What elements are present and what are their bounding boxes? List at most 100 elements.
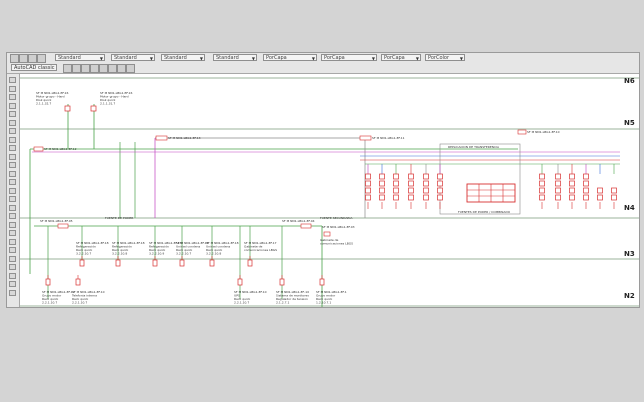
panel-breaker[interactable] [365,187,371,194]
dim-style-dropdown[interactable]: Standard ▼ [111,54,155,61]
draw-tool-icon[interactable] [9,111,16,117]
panel-breaker[interactable] [611,194,617,201]
panel-breaker[interactable] [393,187,399,194]
panel-breaker[interactable] [555,194,561,201]
color-dropdown[interactable]: PorCapa ▼ [263,54,317,61]
layer-color-icon[interactable] [99,64,108,73]
draw-tool-icon[interactable] [9,213,16,219]
breaker-box[interactable] [300,223,312,229]
draw-tool-icon[interactable] [9,102,16,109]
device-symbol[interactable] [247,259,253,267]
panel-breaker[interactable] [583,173,589,180]
breaker-box[interactable] [90,105,97,112]
panel-breaker[interactable] [379,173,385,180]
draw-tool-icon[interactable] [9,94,16,100]
panel-breaker[interactable] [583,187,589,194]
breaker-box[interactable] [33,146,44,152]
panel-breaker[interactable] [569,173,575,180]
workspace-dropdown[interactable]: AutoCAD classic [11,64,57,71]
layer-previous-icon[interactable] [108,64,117,73]
save-file-icon[interactable] [28,54,37,63]
panel-breaker[interactable] [569,187,575,194]
panel-breaker[interactable] [437,173,443,180]
panel-breaker[interactable] [569,194,575,201]
panel-breaker[interactable] [365,194,371,201]
device-symbol[interactable] [279,278,285,286]
device-symbol[interactable] [237,278,243,286]
layer-isolate-icon[interactable] [126,64,135,73]
layer-match-icon[interactable] [117,64,126,73]
panel-breaker[interactable] [365,180,371,187]
layer-freeze-icon[interactable] [81,64,90,73]
draw-tool-icon[interactable] [9,281,16,287]
breaker-box[interactable] [64,105,71,112]
panel-breaker[interactable] [393,180,399,187]
panel-breaker[interactable] [423,173,429,180]
layer-lock-icon[interactable] [90,64,99,73]
draw-tool-icon[interactable] [9,119,16,126]
device-symbol[interactable] [75,278,81,286]
draw-tool-icon[interactable] [9,187,16,194]
breaker-box[interactable] [155,135,168,141]
panel-breaker[interactable] [539,180,545,187]
draw-tool-icon[interactable] [9,196,16,202]
draw-tool-icon[interactable] [9,162,16,168]
draw-tool-icon[interactable] [9,128,16,134]
table-style-dropdown[interactable]: Standard ▼ [161,54,205,61]
device-symbol[interactable] [45,278,51,286]
panel-breaker[interactable] [583,194,589,201]
draw-tool-icon[interactable] [9,230,16,236]
panel-breaker[interactable] [437,187,443,194]
draw-tool-icon[interactable] [9,77,16,83]
draw-tool-icon[interactable] [9,289,16,296]
panel-breaker[interactable] [539,187,545,194]
panel-breaker[interactable] [597,194,603,201]
draw-tool-icon[interactable] [9,247,16,253]
device-symbol[interactable] [115,259,121,267]
layer-state-icon[interactable] [72,64,81,73]
panel-breaker[interactable] [408,194,414,201]
panel-breaker[interactable] [379,187,385,194]
panel-breaker[interactable] [408,187,414,194]
panel-breaker[interactable] [539,173,545,180]
panel-breaker[interactable] [437,180,443,187]
panel-breaker[interactable] [569,180,575,187]
breaker-box[interactable] [57,223,69,229]
device-symbol[interactable] [152,259,158,267]
draw-tool-icon[interactable] [9,170,16,177]
device-symbol[interactable] [209,259,215,267]
new-file-icon[interactable] [10,54,19,63]
panel-breaker[interactable] [379,194,385,201]
panel-breaker[interactable] [611,187,617,194]
draw-tool-icon[interactable] [9,238,16,245]
panel-breaker[interactable] [583,180,589,187]
draw-tool-icon[interactable] [9,136,16,143]
drawing-canvas[interactable]: N6 N5 N4 N3 N2 SF M NN1-LBG1.EF.16 Motor … [20,74,639,307]
lineweight-dropdown[interactable]: PorCapa ▼ [381,54,421,61]
draw-tool-icon[interactable] [9,255,16,262]
mleader-style-dropdown[interactable]: Standard ▼ [213,54,257,61]
plotstyle-dropdown[interactable]: PorColor ▼ [425,54,465,61]
device-symbol[interactable] [319,278,325,286]
panel-breaker[interactable] [555,187,561,194]
panel-breaker[interactable] [437,194,443,201]
draw-tool-icon[interactable] [9,221,16,228]
panel-breaker[interactable] [408,180,414,187]
draw-tool-icon[interactable] [9,153,16,160]
breaker-box[interactable] [517,129,527,135]
layer-manager-icon[interactable] [63,64,72,73]
panel-breaker[interactable] [393,173,399,180]
panel-breaker[interactable] [393,194,399,201]
breaker-box[interactable] [359,135,372,141]
panel-breaker[interactable] [423,187,429,194]
draw-tool-icon[interactable] [9,179,16,185]
panel-breaker[interactable] [555,173,561,180]
draw-tool-icon[interactable] [9,145,16,151]
print-icon[interactable] [37,54,46,63]
text-style-dropdown[interactable]: Standard ▼ [55,54,105,61]
panel-breaker[interactable] [423,194,429,201]
panel-breaker[interactable] [597,187,603,194]
panel-breaker[interactable] [423,180,429,187]
linetype-dropdown[interactable]: PorCapa ▼ [321,54,377,61]
panel-breaker[interactable] [365,173,371,180]
